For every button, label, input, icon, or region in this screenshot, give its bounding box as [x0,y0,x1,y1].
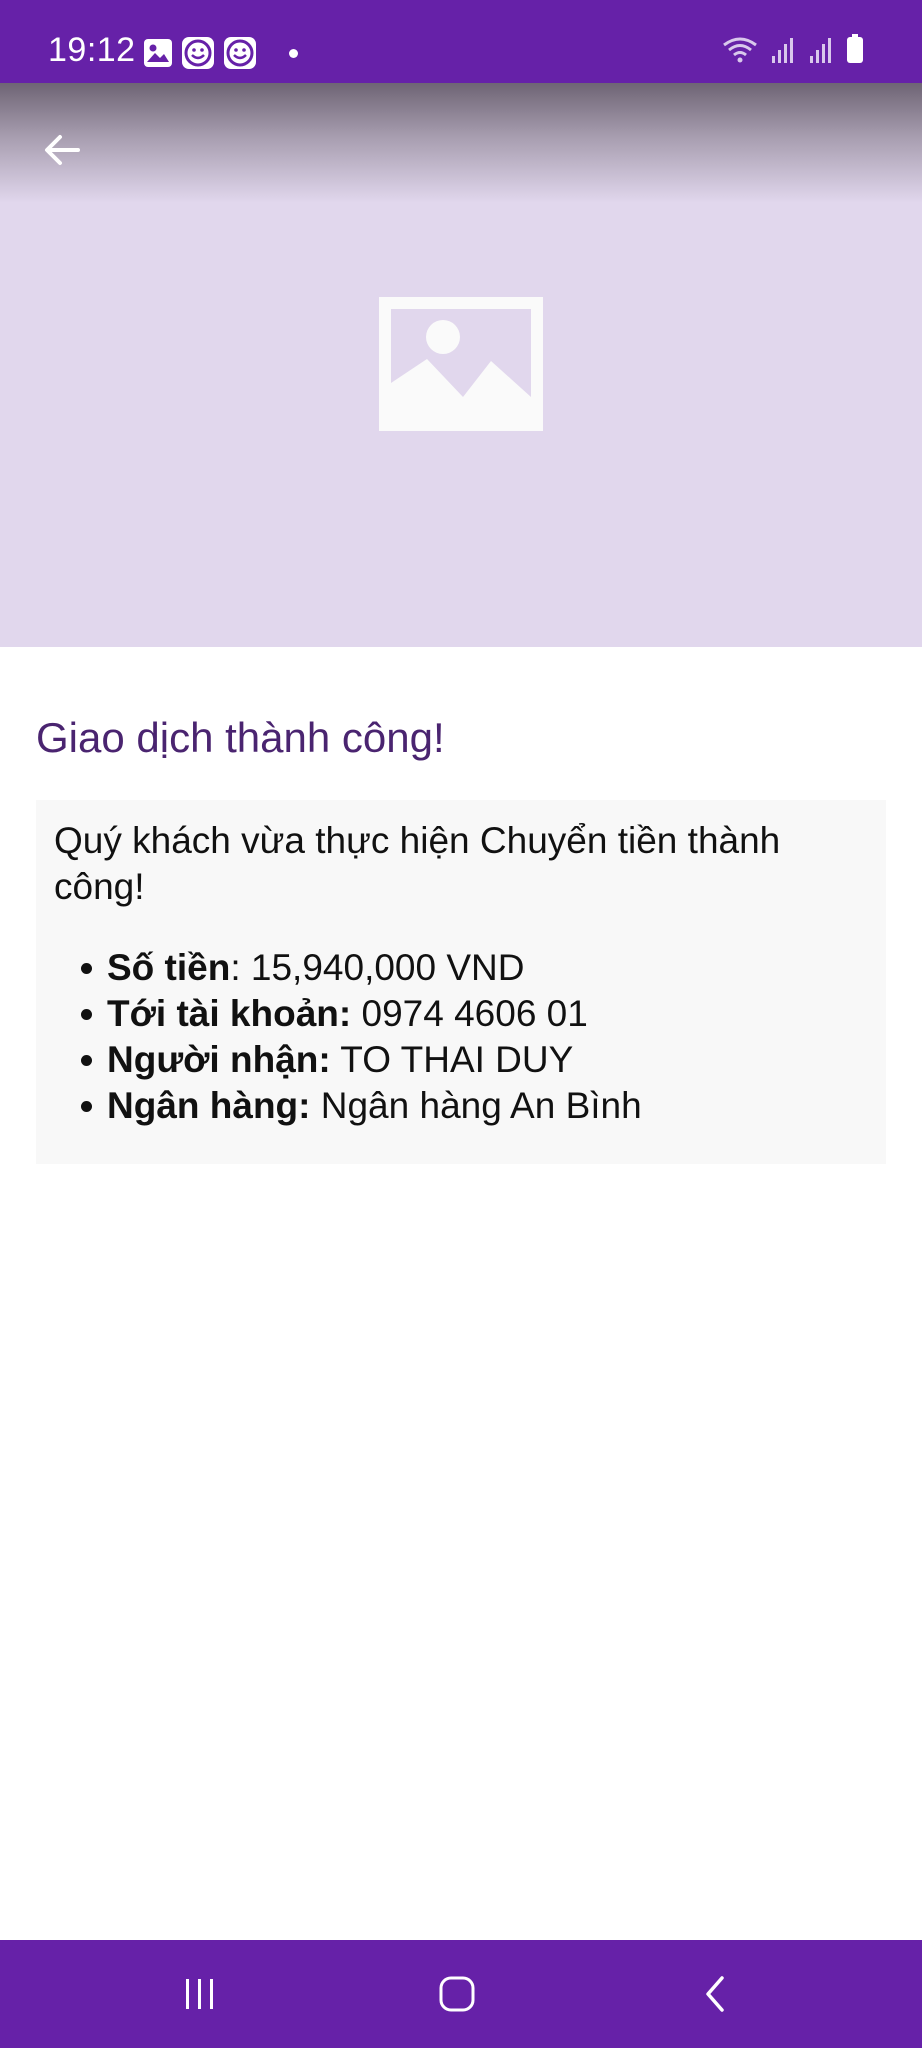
image-placeholder-icon [379,297,543,431]
gallery-icon [144,39,172,67]
list-item: Số tiền: 15,940,000 VND [81,945,642,991]
recents-icon [186,1979,213,2009]
list-item: Ngân hàng: Ngân hàng An Bình [81,1083,642,1129]
page-title: Giao dịch thành công! [36,714,445,761]
back-icon [706,1976,724,2012]
account-value: 0974 4606 01 [351,993,588,1034]
list-item: Người nhận: TO THAI DUY [81,1037,642,1083]
signal-icon [772,38,793,63]
nav-back-button[interactable] [686,1968,746,2020]
bank-value: Ngân hàng An Bình [310,1085,642,1126]
signal-icon [810,38,831,63]
hero-gradient [0,83,922,203]
notification-icons [143,36,298,70]
success-message: Quý khách vừa thực hiện Chuyển tiền thàn… [54,820,781,907]
account-label: Tới tài khoản: [107,993,352,1034]
wifi-icon [723,37,757,63]
recipient-value: TO THAI DUY [330,1039,574,1080]
status-time: 19:12 [48,31,136,69]
more-notifications-dot [289,48,298,58]
smiley-icon [182,37,214,69]
battery-icon [847,34,863,63]
recents-button[interactable] [170,1968,230,2020]
arrow-left-icon [45,135,80,165]
recipient-label: Người nhận: [107,1039,331,1080]
details-list: Số tiền: 15,940,000 VND Tới tài khoản: 0… [81,945,642,1129]
smiley-icon [224,37,256,69]
status-bar: 19:12 [0,0,922,83]
amount-value: : 15,940,000 VND [230,947,525,988]
amount-label: Số tiền [107,947,231,988]
list-item: Tới tài khoản: 0974 4606 01 [81,991,642,1037]
bank-label: Ngân hàng: [107,1085,311,1126]
back-button[interactable] [38,125,88,175]
transaction-details-panel: Quý khách vừa thực hiện Chuyển tiền thàn… [36,800,886,1164]
home-icon [439,1976,475,2012]
home-button[interactable] [427,1968,487,2020]
hero-banner [0,83,922,647]
system-icons [722,34,864,64]
navigation-bar [0,1940,922,2048]
